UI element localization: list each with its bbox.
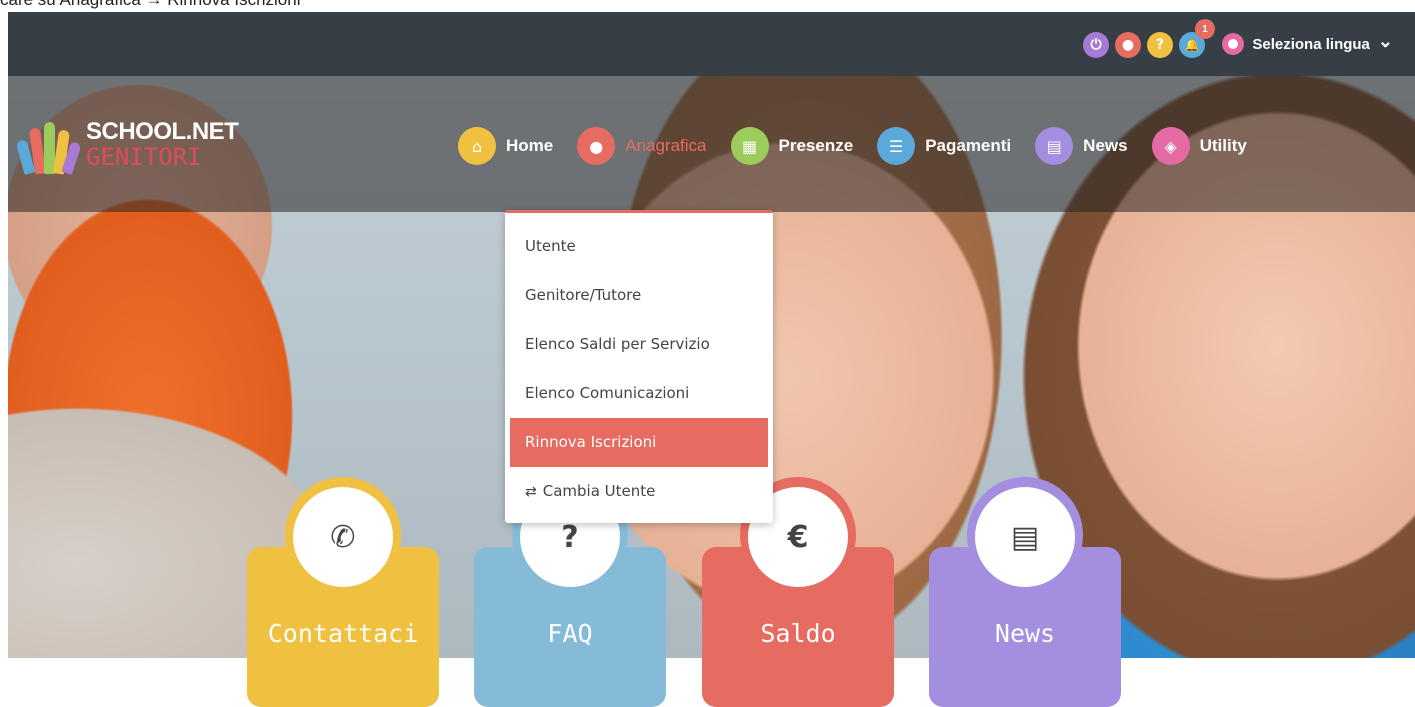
card-contattaci[interactable]: ✆ Contattaci — [247, 477, 439, 707]
language-label: Seleziona lingua — [1252, 35, 1370, 53]
nav-label: Pagamenti — [925, 136, 1012, 155]
user-icon[interactable]: ● — [1115, 32, 1141, 58]
nav-label: Utility — [1199, 136, 1247, 155]
phone-icon: ✆ — [293, 487, 393, 587]
nav-label: Presenze — [778, 136, 854, 155]
menu-item-genitore-tutore[interactable]: Genitore/Tutore — [505, 271, 773, 320]
nav-label: News — [1083, 136, 1128, 155]
calendar-icon: ▦ — [730, 127, 769, 165]
card-label: News — [994, 619, 1056, 648]
logo-hands-icon — [15, 116, 82, 175]
main-nav: ⌂ Home ● Anagrafica ▦ Presenze ☰ Pagamen… — [458, 127, 1271, 165]
globe-icon — [1222, 33, 1245, 55]
person-icon: ● — [577, 127, 616, 165]
card-saldo[interactable]: € Saldo — [702, 477, 894, 707]
logo[interactable]: SCHOOL.NET GENITORI — [15, 116, 239, 175]
menu-item-cambia-utente[interactable]: ⇄ Cambia Utente — [505, 467, 773, 516]
nav-presenze[interactable]: ▦ Presenze — [730, 127, 854, 165]
card-faq[interactable]: ? FAQ — [474, 477, 666, 707]
menu-item-rinnova-iscrizioni[interactable]: Rinnova Iscrizioni — [510, 418, 768, 467]
chevron-down-icon: ⌄ — [1377, 30, 1393, 51]
top-icons: ⏻ ● ? 🔔 1 — [1083, 19, 1215, 58]
menu-item-elenco-comunicazioni[interactable]: Elenco Comunicazioni — [505, 369, 773, 418]
newspaper-icon: ▤ — [1035, 127, 1074, 165]
nav-utility[interactable]: ◈ Utility — [1151, 127, 1247, 165]
top-bar: ⏻ ● ? 🔔 1 Seleziona lingua ⌄ — [8, 12, 1415, 76]
card-label: Contattaci — [267, 619, 419, 648]
nav-anagrafica[interactable]: ● Anagrafica — [577, 127, 707, 165]
menu-item-elenco-saldi[interactable]: Elenco Saldi per Servizio — [505, 320, 773, 369]
newspaper-icon: ▤ — [975, 487, 1075, 587]
power-icon[interactable]: ⏻ — [1083, 32, 1109, 58]
swap-icon: ⇄ — [525, 484, 537, 500]
diamond-icon: ◈ — [1151, 127, 1190, 165]
menu-item-utente[interactable]: Utente — [505, 222, 773, 271]
card-label: Saldo — [760, 619, 836, 648]
bell-icon[interactable]: 🔔 1 — [1179, 19, 1215, 58]
card-news[interactable]: ▤ News — [929, 477, 1121, 707]
caption-text: care su Anagrafica → Rinnova Iscrizioni — [0, 0, 300, 12]
nav-news[interactable]: ▤ News — [1035, 127, 1128, 165]
anagrafica-dropdown: Utente Genitore/Tutore Elenco Saldi per … — [505, 210, 773, 523]
nav-band: SCHOOL.NET GENITORI ⌂ Home ● Anagrafica … — [8, 76, 1415, 212]
notification-badge: 1 — [1195, 19, 1215, 39]
language-selector[interactable]: Seleziona lingua ⌄ — [1222, 30, 1393, 55]
nav-label: Home — [506, 136, 554, 155]
nav-home[interactable]: ⌂ Home — [458, 127, 553, 165]
nav-pagamenti[interactable]: ☰ Pagamenti — [877, 127, 1011, 165]
logo-title: SCHOOL.NET — [86, 118, 239, 145]
card-label: FAQ — [547, 619, 593, 648]
list-icon: ☰ — [877, 127, 916, 165]
home-icon: ⌂ — [458, 127, 496, 165]
help-icon[interactable]: ? — [1147, 32, 1173, 58]
nav-label: Anagrafica — [625, 136, 707, 155]
logo-subtitle: GENITORI — [86, 143, 202, 171]
menu-item-label: Cambia Utente — [542, 482, 656, 500]
